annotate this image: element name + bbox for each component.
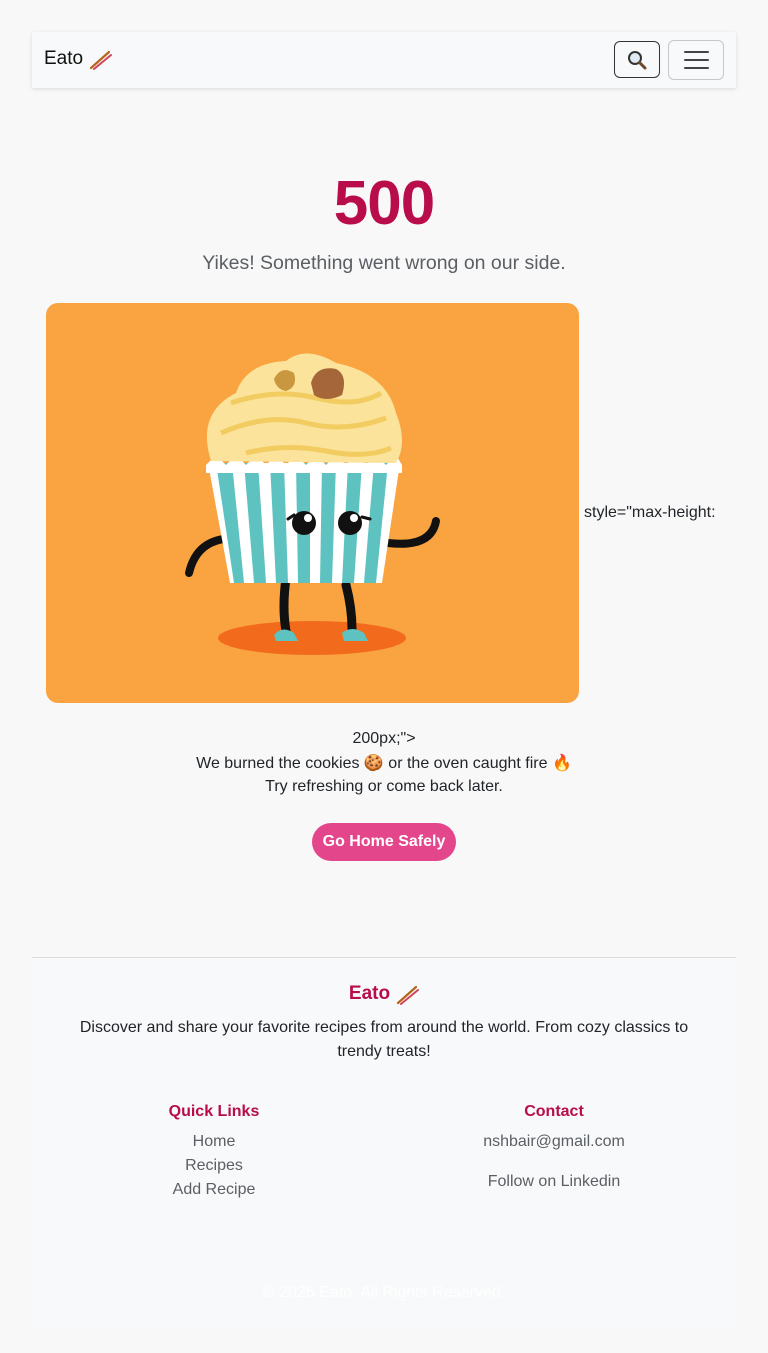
chopsticks-icon <box>89 50 113 70</box>
footer-link-add-recipe[interactable]: Add Recipe <box>114 1181 314 1199</box>
go-home-button[interactable]: Go Home Safely <box>312 823 456 861</box>
search-button[interactable] <box>614 41 660 78</box>
chopsticks-icon <box>396 985 420 1005</box>
magnifying-glass-icon <box>628 50 647 69</box>
hamburger-menu-icon <box>683 51 709 53</box>
stray-attribute-text-end: 200px;"> <box>352 730 416 747</box>
error-detail-line: We burned the cookies 🍪 or the oven caug… <box>196 755 572 772</box>
stray-attribute-text: style="max-height: <box>584 504 716 521</box>
quick-links-heading: Quick Links <box>168 1103 260 1120</box>
footer-brand-name: Eato <box>348 983 391 1004</box>
dancing-cupcake-image <box>185 353 440 655</box>
contact-heading: Contact <box>524 1103 584 1120</box>
error-code: 500 <box>333 169 435 238</box>
footer-link-home[interactable]: Home <box>114 1133 314 1151</box>
error-message: Yikes! Something went wrong on our side. <box>202 252 566 274</box>
footer-description: Discover and share your favorite recipes… <box>79 1019 689 1060</box>
error-hint-line: Try refreshing or come back later. <box>265 778 503 795</box>
footer-link-recipes[interactable]: Recipes <box>114 1157 314 1175</box>
footer: Eato Discover and share your favorite re… <box>32 957 736 1327</box>
cupcake-illustration <box>46 303 579 703</box>
linkedin-link[interactable]: Follow on Linkedin <box>454 1173 654 1191</box>
contact-email-link[interactable]: nshbair@gmail.com <box>454 1133 654 1151</box>
copyright-text: © 2025 Eato. All Rights Reserved. <box>262 1284 506 1301</box>
brand-name: Eato <box>44 48 84 69</box>
menu-toggle-button[interactable] <box>668 40 724 80</box>
navbar: Eato <box>32 32 736 88</box>
navbar-brand[interactable]: Eato <box>44 48 113 70</box>
footer-brand: Eato <box>32 983 736 1005</box>
